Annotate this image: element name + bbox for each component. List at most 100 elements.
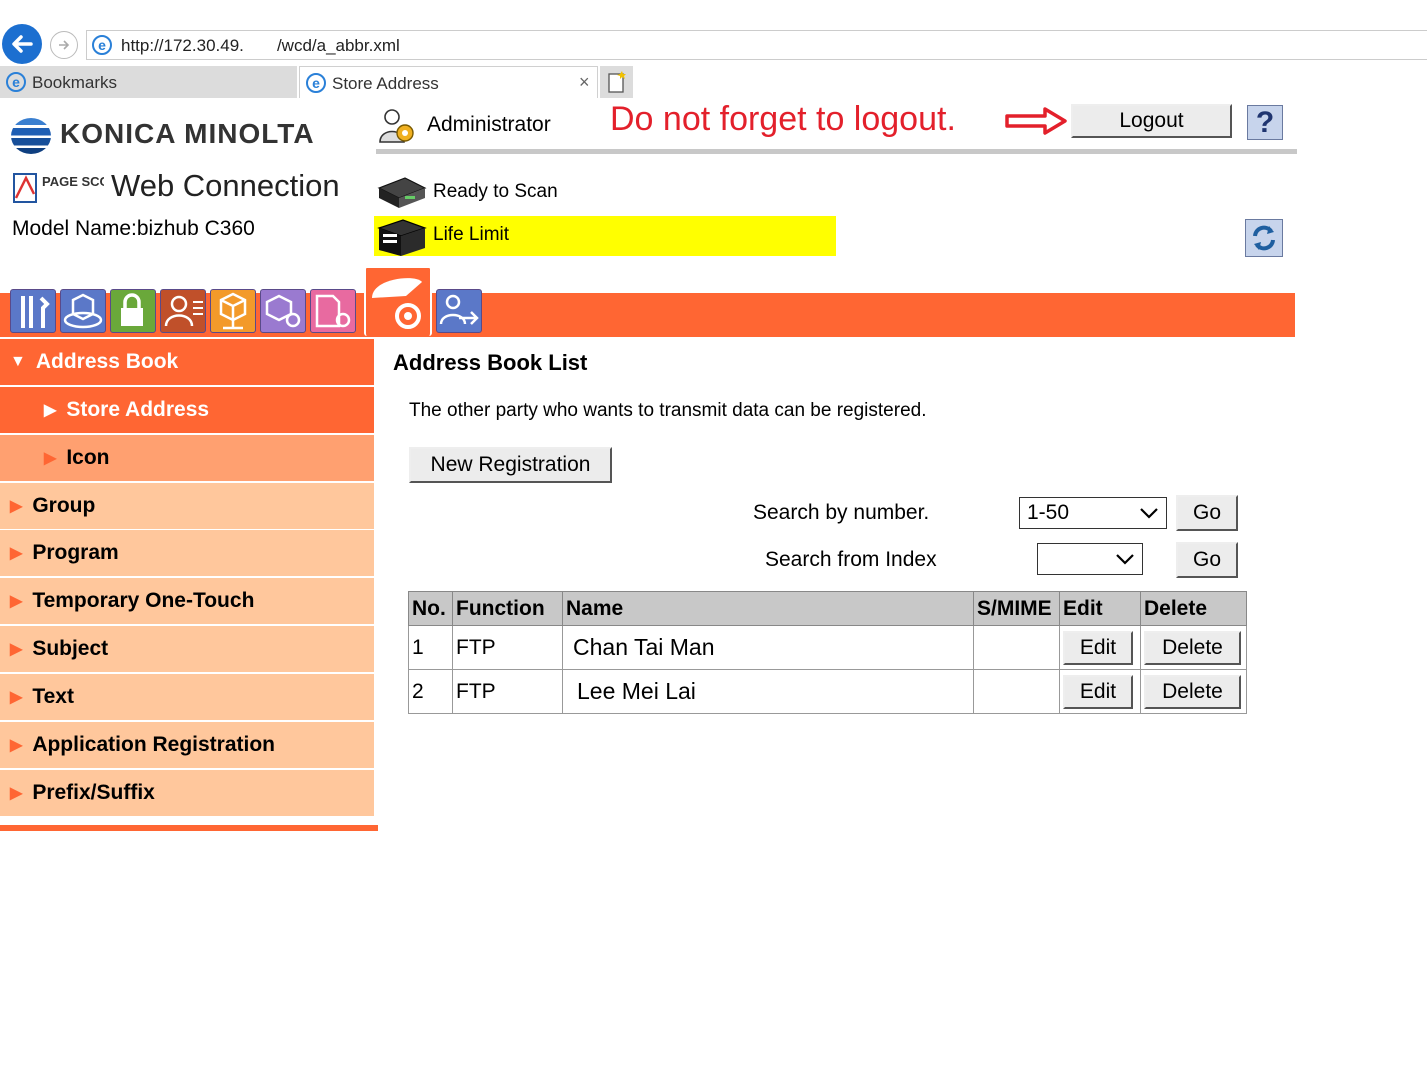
sidebar-item-application-registration[interactable]: ▶ Application Registration [0, 722, 374, 768]
sidebar-item-group[interactable]: ▶ Group [0, 483, 374, 529]
back-arrow-icon [12, 35, 33, 53]
new-tab-icon [608, 71, 626, 93]
new-tab-button[interactable] [600, 66, 633, 98]
system-settings-icon[interactable] [60, 289, 106, 333]
tab-bookmarks-label: Bookmarks [32, 73, 118, 92]
brand-logo-text: KONICA MINOLTA [60, 118, 315, 149]
column-header-delete: Delete [1140, 591, 1247, 626]
triangle-right-icon: ▶ [10, 498, 23, 515]
fax-settings-icon[interactable] [436, 289, 482, 333]
delete-button[interactable]: Delete [1144, 630, 1241, 665]
status-ready: Ready to Scan [433, 181, 558, 202]
pagescope-logo-icon: PAGE SCOPE [13, 173, 104, 203]
address-book-table: No. Function Name S/MIME Edit Delete 1 F… [408, 591, 1247, 714]
tab-store-address[interactable]: e Store Address [299, 66, 598, 98]
security-icon[interactable] [110, 289, 156, 333]
sidebar-item-label: Prefix/Suffix [32, 781, 155, 804]
forward-arrow-icon [59, 40, 70, 50]
sidebar-item-label: Group [32, 494, 96, 517]
sidebar-item-address-book[interactable]: ▼ Address Book [0, 339, 374, 385]
ie-tab-icon: e [306, 73, 326, 93]
ie-page-icon: e [92, 35, 112, 55]
sidebar-item-store-address[interactable]: ▶ Store Address [0, 387, 374, 433]
cell-name: Lee Mei Lai [562, 669, 974, 714]
cell-smime [973, 625, 1060, 670]
sidebar-item-label: Program [32, 541, 119, 564]
store-address-icon[interactable] [364, 266, 432, 336]
edit-button[interactable]: Edit [1063, 630, 1133, 665]
triangle-right-icon: ▶ [10, 737, 23, 754]
go-index-button[interactable]: Go [1176, 542, 1238, 578]
product-name: Web Connection [111, 168, 340, 203]
user-role: Administrator [427, 113, 551, 136]
user-auth-icon[interactable] [160, 289, 206, 333]
cell-function: FTP [452, 625, 563, 670]
search-index-label: Search from Index [765, 548, 937, 571]
sidebar-item-label: Application Registration [32, 733, 275, 756]
column-header-no: No. [408, 591, 453, 626]
delete-button[interactable]: Delete [1144, 674, 1241, 709]
triangle-right-icon: ▶ [44, 450, 57, 467]
logout-reminder: Do not forget to logout. [610, 100, 956, 138]
cell-no: 1 [408, 625, 453, 670]
sidebar-item-temporary-one-touch[interactable]: ▶ Temporary One-Touch [0, 578, 374, 624]
tab-bookmarks[interactable]: e Bookmarks [0, 66, 297, 98]
model-name: Model Name:bizhub C360 [12, 217, 255, 240]
administrator-icon [379, 109, 414, 143]
refresh-arrows-icon [1253, 225, 1275, 251]
index-select[interactable] [1037, 543, 1143, 575]
konica-minolta-logo-icon [11, 118, 51, 154]
logout-button[interactable]: Logout [1071, 104, 1232, 138]
status-life-limit: Life Limit [433, 224, 510, 245]
page-description: The other party who wants to transmit da… [409, 400, 927, 421]
sidebar-item-icon[interactable]: ▶ Icon [0, 435, 374, 481]
arrow-right-icon [1005, 107, 1067, 135]
column-header-function: Function [452, 591, 563, 626]
refresh-icon[interactable] [1245, 219, 1283, 257]
url-text[interactable]: http://172.30.49. /wcd/a_abbr.xml [121, 36, 400, 56]
sidebar-item-subject[interactable]: ▶ Subject [0, 626, 374, 672]
sidebar-item-label: Subject [32, 637, 109, 660]
column-header-name: Name [562, 591, 974, 626]
back-button[interactable] [2, 24, 42, 64]
table-row: 1 FTP Chan Tai Man Edit Delete [408, 625, 1247, 670]
box-icon[interactable] [260, 289, 306, 333]
table-clip-overlay [400, 716, 1260, 756]
table-header-row: No. Function Name S/MIME Edit Delete [408, 591, 1247, 626]
triangle-right-icon: ▶ [10, 545, 23, 562]
triangle-right-icon: ▶ [10, 689, 23, 706]
cell-function: FTP [452, 669, 563, 714]
sidebar-item-program[interactable]: ▶ Program [0, 530, 374, 576]
sidebar-bottom-rule [0, 825, 378, 831]
triangle-right-icon: ▶ [10, 593, 23, 610]
triangle-right-icon: ▶ [44, 402, 57, 419]
search-number-label: Search by number. [753, 501, 930, 524]
sidebar-item-label: Temporary One-Touch [32, 589, 255, 612]
sidebar-item-label: Icon [66, 446, 110, 469]
forward-button[interactable] [50, 31, 78, 59]
sidebar-item-label: Store Address [66, 398, 210, 421]
triangle-right-icon: ▶ [10, 641, 23, 658]
number-range-value: 1-50 [1027, 501, 1070, 524]
triangle-down-icon: ▼ [10, 353, 26, 370]
table-row: 2 FTP Lee Mei Lai Edit Delete [408, 669, 1247, 714]
print-settings-icon[interactable] [310, 289, 356, 333]
column-header-edit: Edit [1059, 591, 1141, 626]
cell-smime [973, 669, 1060, 714]
sidebar-item-text[interactable]: ▶ Text [0, 674, 374, 720]
number-range-select[interactable]: 1-50 [1019, 497, 1167, 529]
tab-close-icon[interactable]: × [579, 72, 590, 93]
column-header-smime: S/MIME [973, 591, 1060, 626]
network-icon[interactable] [210, 289, 256, 333]
cell-no: 2 [408, 669, 453, 714]
help-icon[interactable]: ? [1247, 105, 1283, 140]
edit-button[interactable]: Edit [1063, 674, 1133, 709]
new-registration-button[interactable]: New Registration [409, 447, 612, 483]
sidebar-item-label: Text [32, 685, 74, 708]
printer-status-icon [377, 219, 427, 256]
go-number-button[interactable]: Go [1176, 495, 1238, 531]
page-title: Address Book List [393, 350, 588, 375]
maintenance-icon[interactable] [10, 289, 56, 333]
tab-store-address-label: Store Address [332, 74, 439, 93]
sidebar-item-prefix-suffix[interactable]: ▶ Prefix/Suffix [0, 770, 374, 816]
